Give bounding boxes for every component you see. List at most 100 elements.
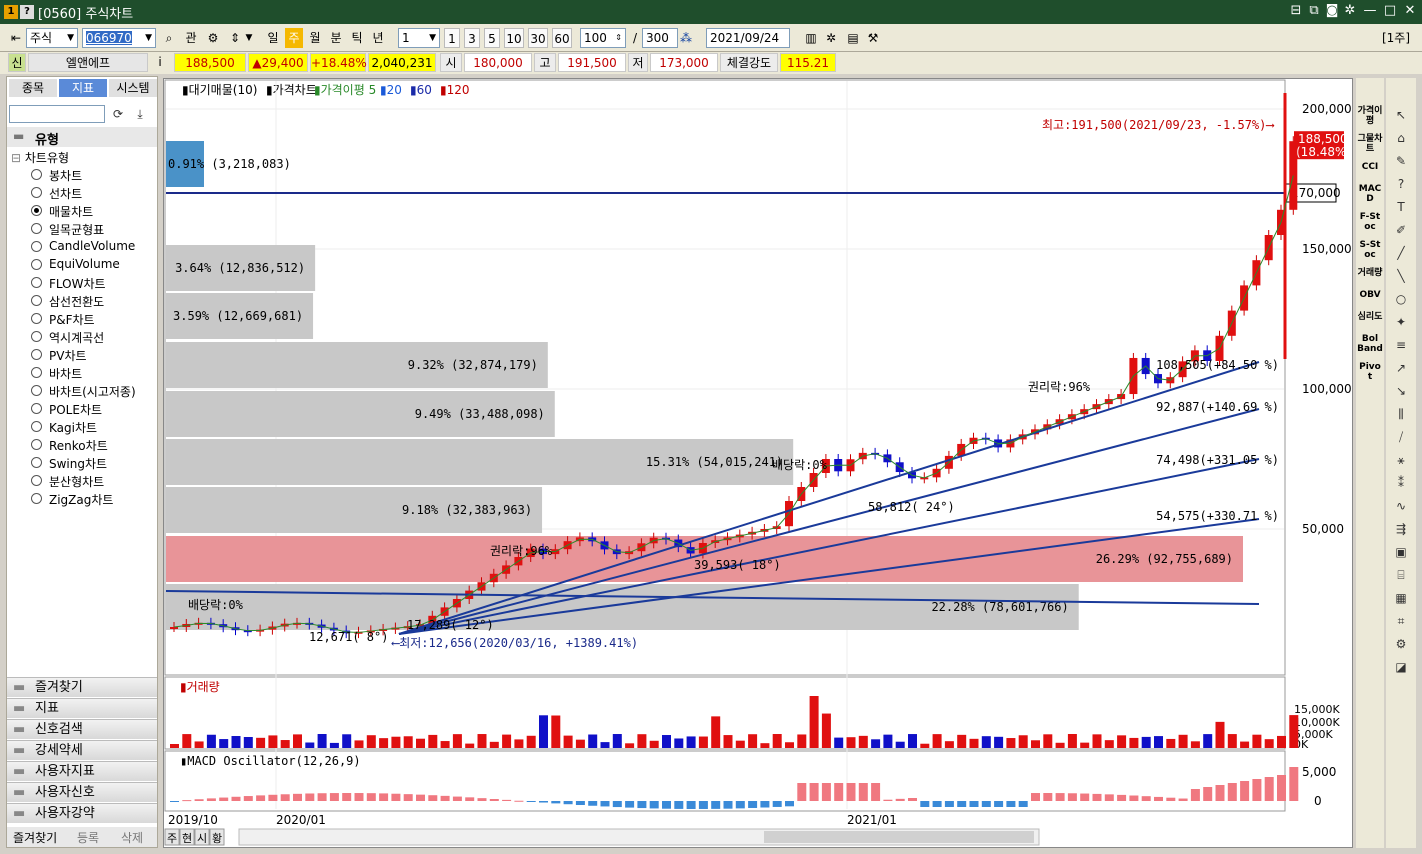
drawing-tool-icon[interactable]: ∿ xyxy=(1392,499,1410,513)
chart-type-item[interactable]: PV차트 xyxy=(29,347,154,363)
indicator-button[interactable]: MACD xyxy=(1357,184,1383,204)
drawing-tool-icon[interactable]: ✦ xyxy=(1392,315,1410,329)
settings-icon[interactable]: ⚙ xyxy=(204,28,222,48)
drawing-tool-icon[interactable]: ↗ xyxy=(1392,361,1410,375)
interval-30[interactable]: 30 xyxy=(528,28,548,48)
chart-type-item[interactable]: EquiVolume xyxy=(29,257,154,273)
camera-icon[interactable]: ◙ xyxy=(1324,3,1340,19)
radio-icon[interactable] xyxy=(31,493,42,504)
chart-type-item[interactable]: Swing차트 xyxy=(29,455,154,471)
register-button[interactable]: 등록 xyxy=(77,829,99,846)
chart-type-item[interactable]: ZigZag차트 xyxy=(29,491,154,507)
drawing-tool-icon[interactable]: ⇶ xyxy=(1392,522,1410,536)
radio-icon[interactable] xyxy=(31,385,42,396)
chart-type-item[interactable]: 일목균형표 xyxy=(29,221,154,237)
group-item[interactable]: ▬ 신호검색 xyxy=(7,719,157,739)
drawing-tool-icon[interactable]: ? xyxy=(1392,177,1410,191)
period-5[interactable]: 년 xyxy=(369,28,387,48)
tree-root[interactable]: ⊟ 차트유형 xyxy=(11,149,69,166)
drawing-tool-icon[interactable]: ⫼ xyxy=(1392,407,1410,421)
date-input[interactable]: 2021/09/24▼ xyxy=(706,28,790,61)
chart-type-item[interactable]: 분산형차트 xyxy=(29,473,154,489)
group-item[interactable]: ▬ 사용자신호 xyxy=(7,782,157,802)
chart-type-item[interactable]: P&F차트 xyxy=(29,311,154,327)
radio-icon[interactable] xyxy=(31,313,42,324)
drawing-tool-icon[interactable]: ╲ xyxy=(1392,269,1410,283)
save-icon[interactable]: ▤ xyxy=(844,28,862,48)
indicator-button[interactable]: OBV xyxy=(1357,290,1383,300)
chart-type-item[interactable]: 역시계곡선 xyxy=(29,329,154,345)
drawing-tool-icon[interactable]: ↘ xyxy=(1392,384,1410,398)
section-header[interactable]: ▬ 유형 xyxy=(7,127,157,148)
tool-icon[interactable]: ⚒ xyxy=(864,28,882,48)
chart-type-item[interactable]: Kagi차트 xyxy=(29,419,154,435)
indicator-button[interactable]: F-Stoc xyxy=(1357,212,1383,232)
indicator-button[interactable]: S-Stoc xyxy=(1357,240,1383,260)
radio-icon[interactable] xyxy=(31,277,42,288)
indicator-button[interactable]: CCI xyxy=(1357,162,1383,172)
radio-icon[interactable] xyxy=(31,205,42,216)
radio-icon[interactable] xyxy=(31,403,42,414)
interval-10[interactable]: 10 xyxy=(504,28,524,48)
radio-icon[interactable] xyxy=(31,439,42,450)
indicator-button[interactable]: 심리도 xyxy=(1357,312,1383,322)
interval-60[interactable]: 60 xyxy=(552,28,572,48)
search-input[interactable] xyxy=(9,105,105,123)
copy-icon[interactable]: ⧉ xyxy=(1306,3,1322,19)
indicator-button[interactable]: Bol Band xyxy=(1357,334,1383,354)
chart-icon[interactable]: ▥ xyxy=(802,28,820,48)
tab-indicators[interactable]: 지표 xyxy=(59,79,107,97)
first-icon[interactable]: ⇤ xyxy=(8,28,24,48)
interval-3[interactable]: 3 xyxy=(464,28,480,48)
tab-stocks[interactable]: 종목 xyxy=(9,79,57,97)
market-select[interactable]: 주식 ▼ xyxy=(26,28,78,48)
drawing-tool-icon[interactable]: ≡ xyxy=(1392,338,1410,352)
drawing-tool-icon[interactable]: ⚙ xyxy=(1392,637,1410,651)
link-icon[interactable]: ⊟ xyxy=(1288,3,1304,19)
drawing-tool-icon[interactable]: ⚹ xyxy=(1392,453,1410,467)
period-3[interactable]: 분 xyxy=(327,28,345,48)
radio-icon[interactable] xyxy=(31,367,42,378)
drawing-tool-icon[interactable]: ↖ xyxy=(1392,108,1410,122)
radio-icon[interactable] xyxy=(31,331,42,342)
minimize-button[interactable]: — xyxy=(1362,3,1378,19)
radio-icon[interactable] xyxy=(31,475,42,486)
group-item[interactable]: ▬ 사용자지표 xyxy=(7,761,157,781)
grid-icon[interactable]: ⁂ xyxy=(678,28,694,48)
chart-type-item[interactable]: FLOW차트 xyxy=(29,275,154,291)
radio-icon[interactable] xyxy=(31,421,42,432)
maximize-button[interactable]: □ xyxy=(1382,3,1398,19)
drawing-tool-icon[interactable]: ⌗ xyxy=(1392,614,1410,628)
chart-type-item[interactable]: 바차트 xyxy=(29,365,154,381)
chart-type-item[interactable]: 바차트(시고저종) xyxy=(29,383,154,399)
close-button[interactable]: ✕ xyxy=(1402,3,1418,19)
chart-canvas[interactable]: ▮대기매물(10) ▮가격차트▮가격이평 5 ▮20 ▮60 ▮120 200,000 15… xyxy=(164,79,1354,849)
chart-type-item[interactable]: 매물차트 xyxy=(29,203,154,219)
scroll-thumb[interactable] xyxy=(764,831,1034,843)
indicator-button[interactable]: 거래량 xyxy=(1357,268,1383,278)
help-icon[interactable]: ? xyxy=(20,5,34,19)
info-icon[interactable]: i xyxy=(152,53,168,72)
favorites-tab[interactable]: 즐겨찾기 xyxy=(13,829,57,846)
interval-5[interactable]: 5 xyxy=(484,28,500,48)
count-input[interactable]: 100 ⇕ xyxy=(580,28,626,48)
drawing-tool-icon[interactable]: ◪ xyxy=(1392,660,1410,674)
drawing-tool-icon[interactable]: ✎ xyxy=(1392,154,1410,168)
indicator-button[interactable]: Pivot xyxy=(1357,362,1383,382)
chart-area[interactable]: ▮대기매물(10) ▮가격차트 ▮가격이평 5 ▮20 ▮60 ▮120 200,000 15… xyxy=(163,78,1353,848)
chart-type-item[interactable]: 선차트 xyxy=(29,185,154,201)
delete-button[interactable]: 삭제 xyxy=(121,829,143,846)
period-4[interactable]: 틱 xyxy=(348,28,366,48)
indicator-button[interactable]: 가격이평 xyxy=(1357,106,1383,126)
group-item[interactable]: ▬ 지표 xyxy=(7,698,157,718)
download-icon[interactable]: ⤓ xyxy=(131,107,149,121)
drawing-tool-icon[interactable]: ⌸ xyxy=(1392,568,1410,582)
chart-type-item[interactable]: POLE차트 xyxy=(29,401,154,417)
drawing-tool-icon[interactable]: ⧸ xyxy=(1392,430,1410,444)
refresh-icon[interactable]: ⟳ xyxy=(109,107,127,121)
drawing-tool-icon[interactable]: ⁑ xyxy=(1392,476,1410,490)
drawing-tool-icon[interactable]: T xyxy=(1392,200,1410,214)
drawing-tool-icon[interactable]: ✐ xyxy=(1392,223,1410,237)
code-input[interactable]: 066970 ▼ xyxy=(82,28,156,48)
radio-icon[interactable] xyxy=(31,349,42,360)
